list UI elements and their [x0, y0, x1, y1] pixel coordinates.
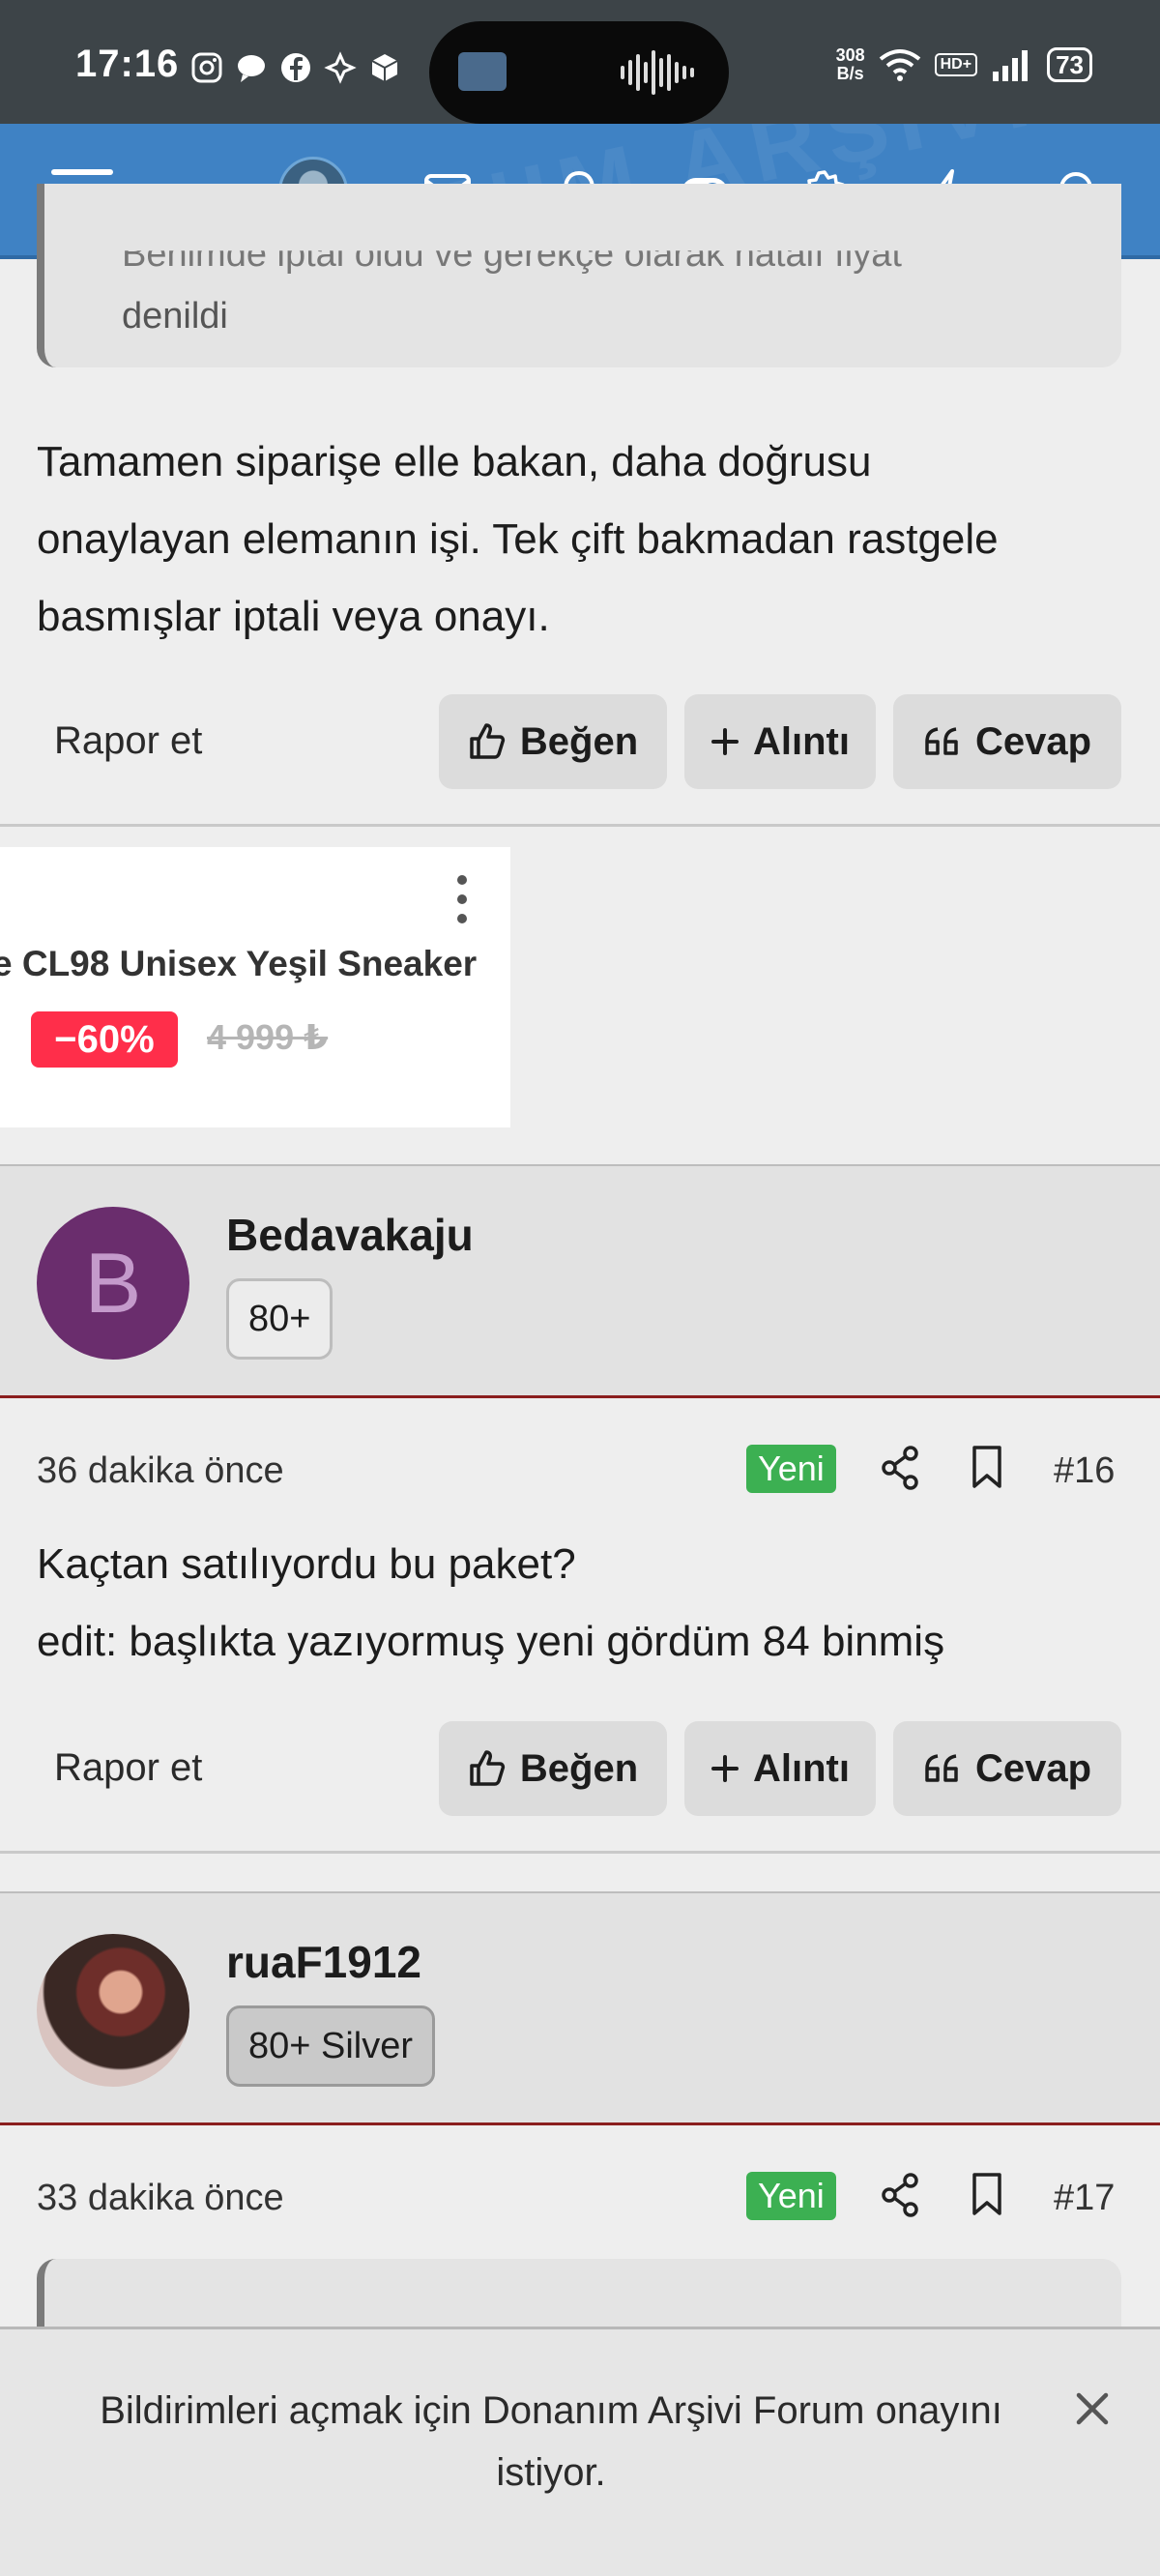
box-icon [367, 50, 402, 85]
user-header: B Bedavakaju 80+ [0, 1166, 1160, 1398]
user-header: ruaF1912 80+ Silver [0, 1893, 1160, 2125]
post-divider [0, 824, 1160, 827]
user-rank-badge: 80+ Silver [226, 2005, 436, 2087]
share-icon[interactable] [880, 1445, 920, 1491]
username[interactable]: ruaF1912 [226, 1936, 421, 1988]
audio-wave-icon [621, 50, 694, 95]
more-vertical-icon[interactable] [452, 872, 472, 926]
notification-text: Bildirimleri açmak için Donanım Arşivi F… [100, 2389, 1002, 2494]
post-divider [0, 1851, 1160, 1854]
plus-icon [711, 1755, 739, 1782]
ad-title: e CL98 Unisex Yeşil Sneaker [0, 944, 478, 983]
like-button[interactable]: Beğen [439, 1721, 667, 1816]
avatar[interactable] [37, 1934, 189, 2087]
username[interactable]: Bedavakaju [226, 1209, 474, 1261]
discount-badge: −60% [31, 1011, 178, 1068]
quote-button[interactable]: Alıntı [684, 1721, 876, 1816]
post-actions: Rapor et Beğen Alıntı Cevap [0, 694, 1160, 791]
post-actions: Rapor et Beğen Alıntı Cevap [0, 1721, 1160, 1818]
chat-bubble-icon [234, 50, 269, 85]
bookmark-icon[interactable] [971, 1445, 1003, 1489]
like-button[interactable]: Beğen [439, 694, 667, 789]
quote-block: Benimde iptal oldu ve gerekçe olarak hat… [37, 184, 1121, 367]
new-badge: Yeni [746, 1445, 836, 1493]
user-rank-badge: 80+ [226, 1278, 334, 1360]
quote-marks-icon [925, 727, 958, 755]
battery-indicator: 73 [1047, 47, 1092, 82]
status-right: 308 B/s HD+ 73 [836, 46, 1092, 83]
facebook-icon [278, 50, 313, 85]
status-app-icons [189, 50, 402, 85]
dynamic-island [429, 21, 729, 124]
quote-marks-icon [925, 1754, 958, 1782]
report-link[interactable]: Rapor et [54, 719, 202, 763]
net-speed: 308 B/s [835, 45, 865, 83]
post-number[interactable]: #17 [1054, 2178, 1115, 2219]
old-price: 4 999 ₺ [207, 1017, 329, 1057]
close-icon[interactable] [1071, 2387, 1114, 2430]
post-body: Kaçtan satılıyordu bu paket? edit: başlı… [37, 1540, 945, 1665]
quote-button[interactable]: Alıntı [684, 694, 876, 789]
hd-badge: HD+ [934, 53, 978, 76]
wifi-icon [879, 49, 920, 81]
status-bar: 17:16 308 B/s HD+ 73 [0, 0, 1160, 124]
quote-text: denildi [122, 296, 228, 337]
post-body: Tamamen siparişe elle bakan, daha doğrus… [37, 438, 999, 640]
media-thumbnail [458, 52, 507, 91]
bookmark-icon[interactable] [971, 2172, 1003, 2216]
app-icon [323, 50, 358, 85]
thumbs-up-icon [470, 723, 505, 759]
report-link[interactable]: Rapor et [54, 1746, 202, 1790]
signal-icon [993, 50, 1029, 81]
post-number[interactable]: #16 [1054, 1450, 1115, 1492]
notification-permission-banner: Bildirimleri açmak için Donanım Arşivi F… [0, 2327, 1160, 2576]
thumbs-up-icon [470, 1750, 505, 1786]
post-time[interactable]: 36 dakika önce [37, 1450, 284, 1492]
post-meta: 36 dakika önce Yeni #16 [0, 1441, 1160, 1508]
post-meta: 33 dakika önce Yeni #17 [0, 2168, 1160, 2236]
instagram-icon [189, 50, 224, 85]
status-time: 17:16 [75, 43, 180, 85]
quote-text-cut: Benimde iptal oldu ve gerekçe olarak hat… [122, 234, 902, 275]
reply-button[interactable]: Cevap [893, 694, 1121, 789]
plus-icon [711, 728, 739, 755]
product-ad[interactable]: e CL98 Unisex Yeşil Sneaker −60% 4 999 ₺ [0, 847, 510, 1127]
share-icon[interactable] [880, 2172, 920, 2218]
new-badge: Yeni [746, 2172, 836, 2220]
post-time[interactable]: 33 dakika önce [37, 2178, 284, 2219]
reply-button[interactable]: Cevap [893, 1721, 1121, 1816]
avatar[interactable]: B [37, 1207, 189, 1360]
